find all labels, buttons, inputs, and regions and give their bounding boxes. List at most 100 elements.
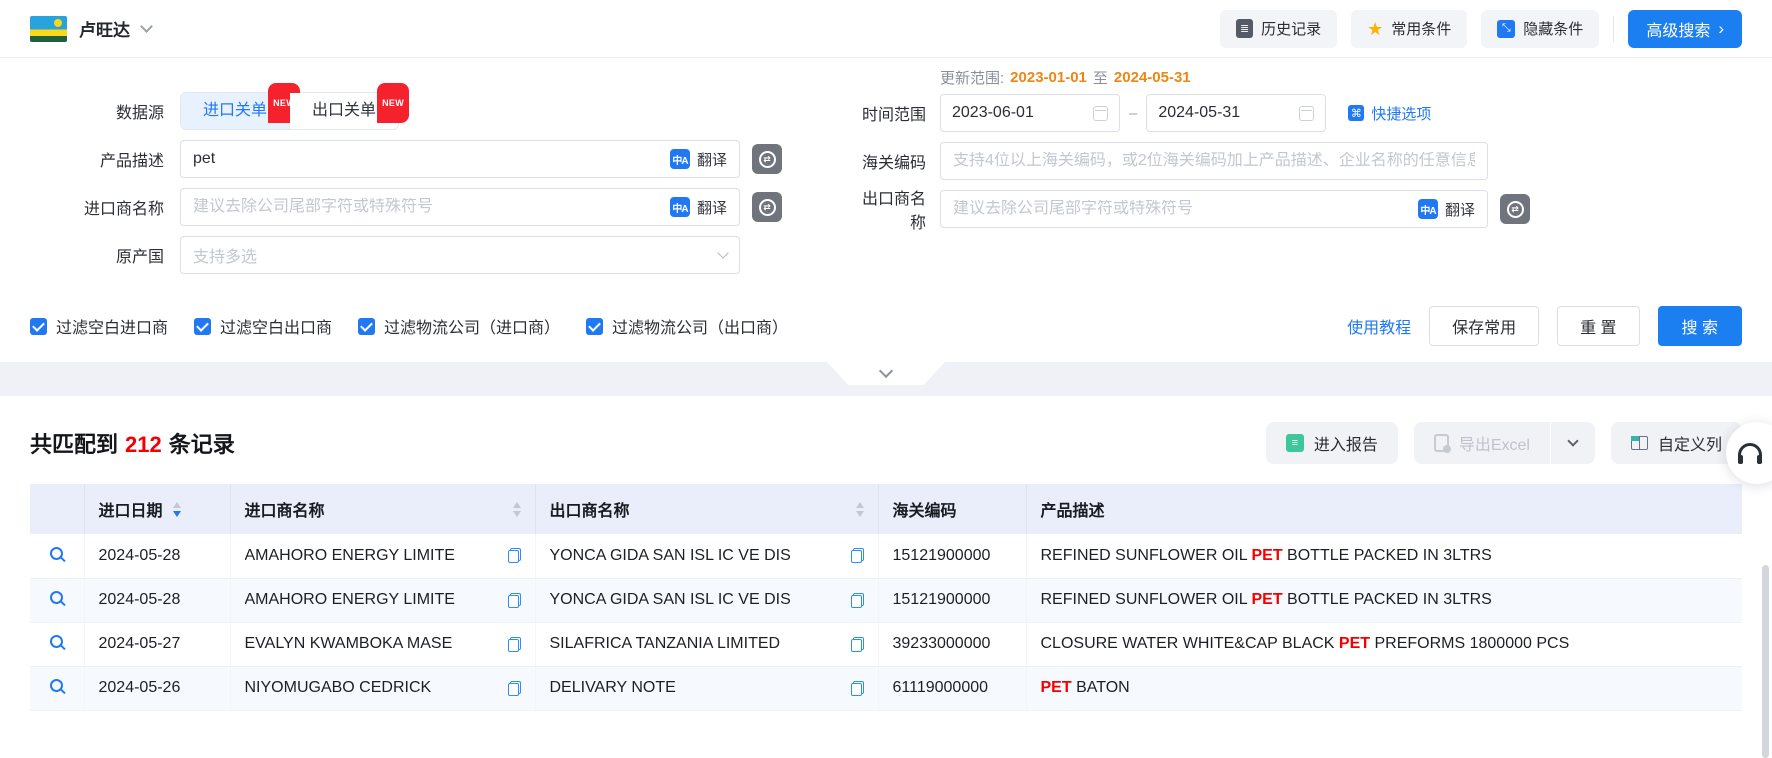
product-input-wrap: 中A 翻译	[180, 140, 740, 178]
checkbox-checked-icon[interactable]	[358, 318, 375, 335]
exporter-input-wrap: 中A 翻译	[940, 190, 1488, 228]
importer-input[interactable]	[193, 198, 660, 216]
preview-search-icon[interactable]	[50, 591, 63, 604]
tab-import-declarations[interactable]: 进口关单 NEW	[181, 93, 290, 129]
importer-swap-button[interactable]: ⇄	[752, 192, 782, 222]
table-row: 2024-05-28 AMAHORO ENERGY LIMITE YONCA G…	[30, 534, 1742, 578]
copy-icon[interactable]	[851, 593, 864, 608]
importer-row: 进口商名称 中A 翻译 ⇄	[30, 188, 830, 226]
advanced-search-button[interactable]: 高级搜索 ›	[1628, 10, 1742, 48]
hide-conditions-button[interactable]: ⤡ 隐藏条件	[1481, 10, 1599, 48]
translate-label: 翻译	[697, 197, 727, 218]
swap-icon: ⇄	[759, 199, 776, 216]
chevron-down-icon	[879, 364, 893, 378]
product-input[interactable]	[193, 150, 660, 168]
origin-select[interactable]: 支持多选	[180, 236, 740, 274]
swap-icon: ⇄	[759, 151, 776, 168]
filter-label: 过滤物流公司（进口商）	[384, 314, 560, 338]
cell-importer: EVALYN KWAMBOKA MASE	[245, 635, 453, 653]
search-button[interactable]: 搜 索	[1658, 306, 1742, 346]
preview-search-icon[interactable]	[50, 679, 63, 692]
copy-icon[interactable]	[508, 593, 521, 608]
collapse-form-tab[interactable]	[827, 362, 945, 385]
product-text: BOTTLE PACKED IN 3LTRS	[1283, 547, 1492, 564]
sort-icon[interactable]	[173, 502, 181, 517]
checkbox-checked-icon[interactable]	[194, 318, 211, 335]
cell-hs-code: 15121900000	[878, 578, 1026, 622]
export-excel-button[interactable]: 导出Excel	[1414, 422, 1550, 464]
export-file-icon	[1434, 434, 1449, 452]
collapse-strip	[0, 362, 1772, 396]
header-preview	[30, 484, 84, 534]
tab-export-declarations[interactable]: 出口关单 NEW	[290, 93, 398, 129]
date-from-input[interactable]: 2023-06-01	[940, 94, 1120, 132]
filter-logistics-importer[interactable]: 过滤物流公司（进口商）	[358, 314, 560, 338]
vertical-scrollbar[interactable]	[1762, 565, 1769, 758]
hs-code-input[interactable]	[953, 152, 1475, 170]
date-to-value: 2024-05-31	[1158, 104, 1240, 122]
header-importer-name[interactable]: 进口商名称	[230, 484, 535, 534]
filter-blank-exporter[interactable]: 过滤空白出口商	[194, 314, 332, 338]
favorite-conditions-button[interactable]: ★ 常用条件	[1351, 10, 1467, 48]
quick-options-link[interactable]: ⌘ 快捷选项	[1348, 103, 1431, 124]
copy-icon[interactable]	[508, 637, 521, 652]
copy-icon[interactable]	[851, 637, 864, 652]
customize-columns-button[interactable]: 自定义列	[1611, 422, 1742, 464]
copy-icon[interactable]	[508, 681, 521, 696]
copy-icon[interactable]	[851, 681, 864, 696]
chevron-down-icon	[1567, 435, 1578, 446]
time-range-label: 时间范围	[850, 101, 940, 125]
calendar-icon	[1093, 106, 1108, 121]
product-translate-button[interactable]: 中A 翻译	[670, 149, 727, 170]
history-label: 历史记录	[1261, 18, 1321, 39]
cell-date: 2024-05-26	[84, 666, 230, 710]
cell-importer: AMAHORO ENERGY LIMITE	[245, 547, 455, 565]
filter-label: 过滤物流公司（出口商）	[612, 314, 788, 338]
update-range-to-word: 至	[1093, 67, 1108, 88]
header-import-date[interactable]: 进口日期	[84, 484, 230, 534]
table-row: 2024-05-26 NIYOMUGABO CEDRICK DELIVARY N…	[30, 666, 1742, 710]
checkbox-checked-icon[interactable]	[586, 318, 603, 335]
exporter-swap-button[interactable]: ⇄	[1500, 194, 1530, 224]
cell-product: CLOSURE WATER WHITE&CAP BLACK PET PREFOR…	[1026, 622, 1742, 666]
cell-hs-code: 61119000000	[878, 666, 1026, 710]
cell-product: REFINED SUNFLOWER OIL PET BOTTLE PACKED …	[1026, 578, 1742, 622]
cell-exporter: YONCA GIDA SAN ISL IC VE DIS	[550, 547, 791, 565]
enter-report-button[interactable]: ≡ 进入报告	[1266, 422, 1398, 464]
update-range-from: 2023-01-01	[1010, 69, 1087, 86]
table-row: 2024-05-28 AMAHORO ENERGY LIMITE YONCA G…	[30, 578, 1742, 622]
preview-search-icon[interactable]	[50, 547, 63, 560]
columns-grid-icon	[1631, 436, 1648, 450]
count-prefix: 共匹配到	[30, 432, 118, 457]
filter-logistics-exporter[interactable]: 过滤物流公司（出口商）	[586, 314, 788, 338]
header-label: 出口商名称	[550, 497, 630, 521]
cell-importer: NIYOMUGABO CEDRICK	[245, 679, 432, 697]
reset-button[interactable]: 重 置	[1557, 306, 1639, 346]
header-exporter-name[interactable]: 出口商名称	[535, 484, 878, 534]
sort-icon[interactable]	[856, 502, 864, 517]
sort-icon[interactable]	[513, 502, 521, 517]
copy-icon[interactable]	[508, 548, 521, 563]
results-header: 共匹配到212条记录 ≡ 进入报告 导出Excel	[30, 396, 1742, 484]
tutorial-link[interactable]: 使用教程	[1347, 314, 1411, 338]
checkbox-checked-icon[interactable]	[30, 318, 47, 335]
copy-icon[interactable]	[851, 548, 864, 563]
trade-search-page: 卢旺达 ≣ 历史记录 ★ 常用条件 ⤡ 隐藏条件 高级搜索 ›	[0, 0, 1772, 758]
history-button[interactable]: ≣ 历史记录	[1220, 10, 1337, 48]
filter-label: 过滤空白出口商	[220, 314, 332, 338]
filters-row: 过滤空白进口商 过滤空白出口商 过滤物流公司（进口商） 过滤物流公司（出口商） …	[30, 304, 1742, 348]
exporter-translate-button[interactable]: 中A 翻译	[1418, 199, 1475, 220]
export-excel-group: 导出Excel	[1414, 422, 1595, 464]
exporter-input[interactable]	[953, 200, 1408, 218]
calendar-icon	[1299, 106, 1314, 121]
date-to-input[interactable]: 2024-05-31	[1146, 94, 1326, 132]
preview-search-icon[interactable]	[50, 635, 63, 648]
product-swap-button[interactable]: ⇄	[752, 144, 782, 174]
country-selector-label[interactable]: 卢旺达	[79, 16, 130, 41]
save-favorite-button[interactable]: 保存常用	[1429, 306, 1539, 346]
export-dropdown-button[interactable]	[1551, 422, 1595, 464]
filter-blank-importer[interactable]: 过滤空白进口商	[30, 314, 168, 338]
importer-translate-button[interactable]: 中A 翻译	[670, 197, 727, 218]
country-chevron-down-icon[interactable]	[140, 20, 153, 33]
translate-icon: 中A	[670, 197, 690, 217]
